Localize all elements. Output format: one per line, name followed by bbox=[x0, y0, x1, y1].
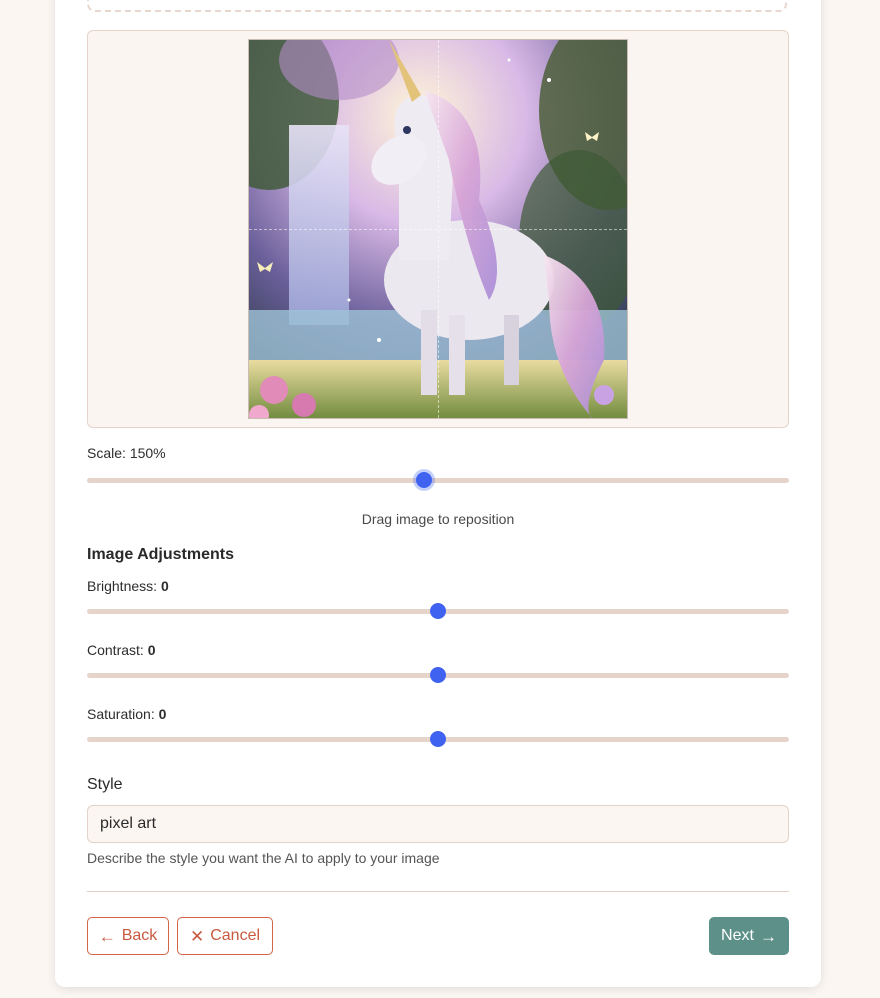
back-button-label: Back bbox=[121, 927, 158, 944]
scale-slider-thumb[interactable] bbox=[415, 472, 432, 488]
contrast-label-text: Contrast: bbox=[87, 642, 144, 658]
scale-label-text: Scale: bbox=[87, 445, 126, 461]
style-title: Style bbox=[87, 776, 123, 793]
next-button[interactable]: Next → bbox=[709, 917, 789, 955]
saturation-slider[interactable] bbox=[87, 731, 789, 747]
upload-dropzone[interactable] bbox=[87, 0, 787, 12]
contrast-slider-thumb[interactable] bbox=[430, 667, 446, 683]
arrow-left-icon: ← bbox=[98, 926, 116, 946]
adjustments-title: Image Adjustments bbox=[87, 546, 234, 563]
contrast-value: 0 bbox=[147, 642, 156, 658]
scale-label: Scale: 150% bbox=[87, 445, 166, 461]
close-icon: ✕ bbox=[189, 926, 205, 946]
scale-value: 150% bbox=[129, 445, 166, 461]
contrast-slider[interactable] bbox=[87, 667, 789, 683]
brightness-slider[interactable] bbox=[87, 603, 789, 619]
brightness-label-text: Brightness: bbox=[87, 578, 158, 594]
saturation-label-text: Saturation: bbox=[87, 706, 155, 722]
style-input[interactable] bbox=[87, 805, 789, 843]
preview-image[interactable] bbox=[248, 39, 628, 419]
contrast-label: Contrast: 0 bbox=[87, 642, 156, 658]
saturation-slider-thumb[interactable] bbox=[430, 731, 446, 747]
footer-divider bbox=[87, 891, 789, 892]
style-help-text: Describe the style you want the AI to ap… bbox=[87, 850, 440, 866]
brightness-label: Brightness: 0 bbox=[87, 578, 169, 594]
scale-slider[interactable] bbox=[87, 472, 789, 488]
arrow-right-icon: → bbox=[759, 926, 777, 946]
reposition-hint: Drag image to reposition bbox=[361, 511, 515, 527]
cancel-button-label: Cancel bbox=[210, 927, 261, 944]
saturation-label: Saturation: 0 bbox=[87, 706, 166, 722]
brightness-value: 0 bbox=[160, 578, 169, 594]
center-guide-horizontal bbox=[249, 229, 627, 230]
back-button[interactable]: ← Back bbox=[87, 917, 169, 955]
brightness-slider-thumb[interactable] bbox=[430, 603, 446, 619]
cancel-button[interactable]: ✕ Cancel bbox=[177, 917, 273, 955]
saturation-value: 0 bbox=[158, 706, 167, 722]
next-button-label: Next bbox=[721, 927, 754, 944]
